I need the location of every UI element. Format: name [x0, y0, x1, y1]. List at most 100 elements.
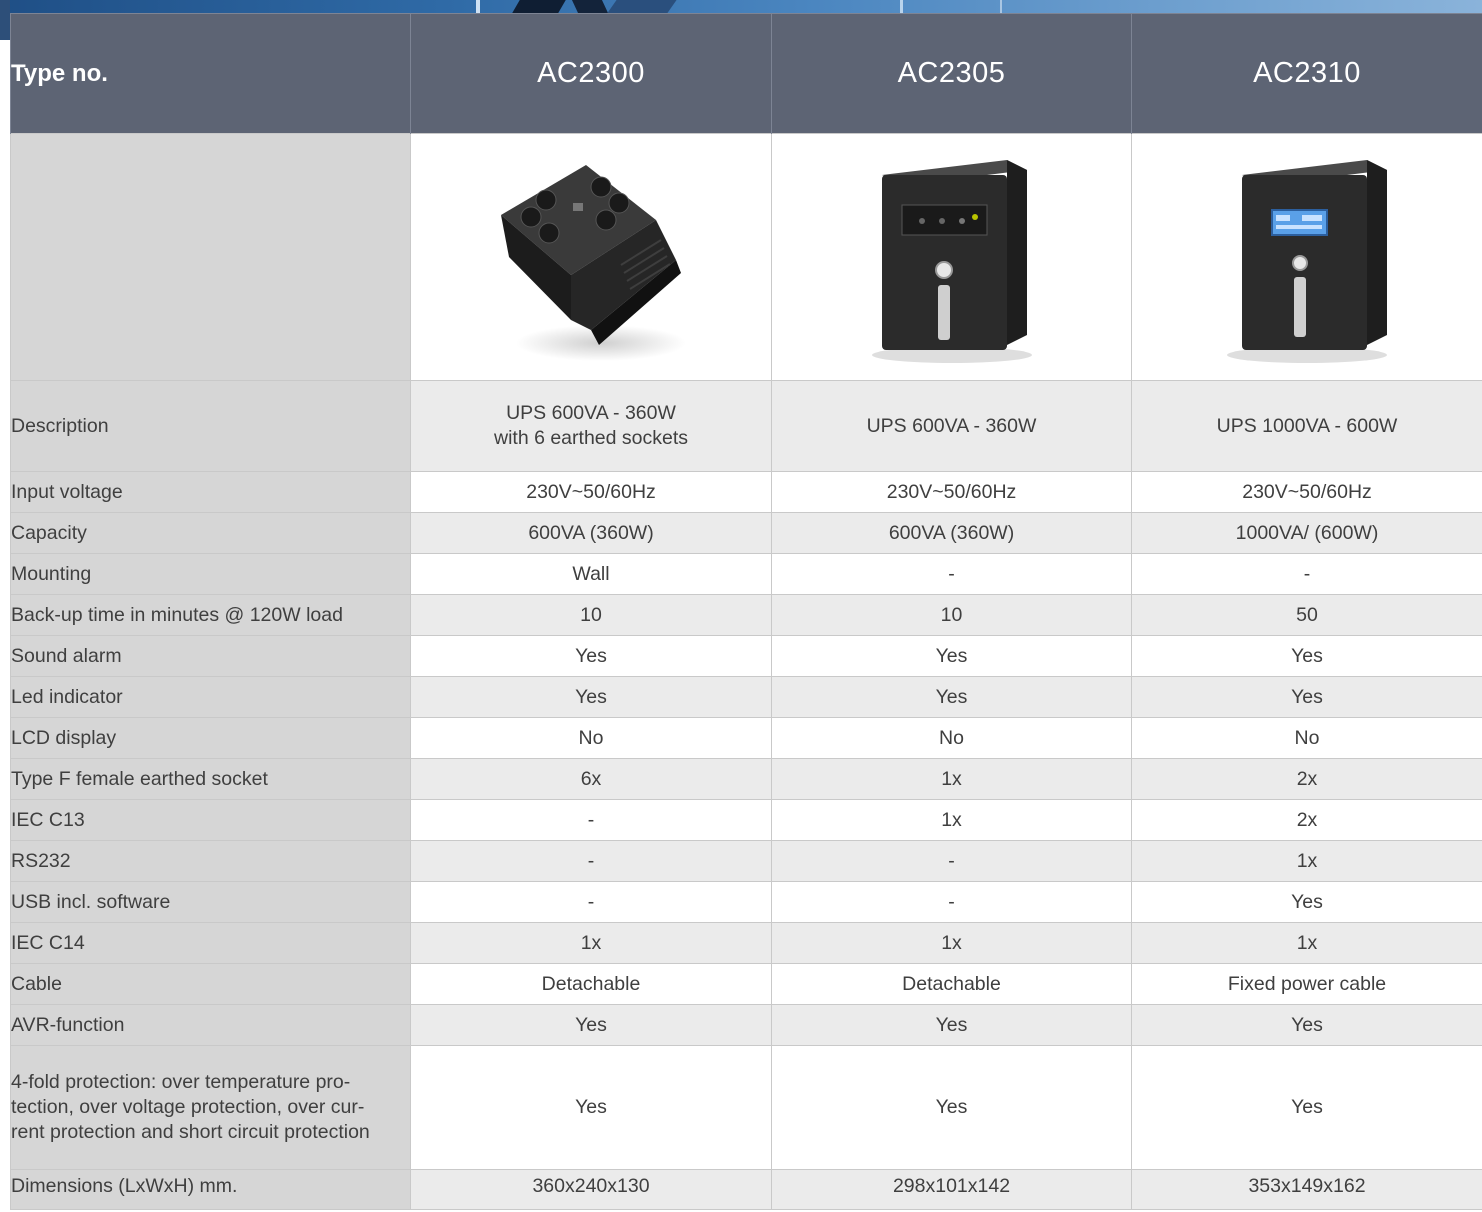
spec-value: -	[410, 840, 772, 882]
spec-table: Type no. AC2300 AC2305 AC2310 Descriptio…	[10, 13, 1482, 1210]
spec-value: Yes	[771, 635, 1132, 677]
product-image-cell	[1131, 133, 1482, 381]
spec-value: 600VA (360W)	[771, 512, 1132, 554]
spec-label: AVR-function	[10, 1004, 411, 1046]
image-row-label	[10, 133, 411, 381]
spec-label: Sound alarm	[10, 635, 411, 677]
spec-label: Description	[10, 380, 411, 472]
header-row: Type no. AC2300 AC2305 AC2310	[10, 13, 1482, 134]
spec-row: Back-up time in minutes @ 120W load 10 10 5…	[10, 594, 1482, 636]
spec-value: Yes	[771, 676, 1132, 718]
spec-row: Capacity 600VA (360W) 600VA (360W) 1000VA/ …	[10, 512, 1482, 554]
spec-value: 230V~50/60Hz	[410, 471, 772, 513]
spec-value: UPS 1000VA - 600W	[1131, 380, 1482, 472]
spec-value: Yes	[771, 1004, 1132, 1046]
type-no-label: Type no.	[10, 13, 411, 134]
spec-row: AVR-function Yes Yes Yes	[10, 1004, 1482, 1046]
spec-value: 10	[771, 594, 1132, 636]
spec-label: Capacity	[10, 512, 411, 554]
spec-value: Wall	[410, 553, 772, 595]
spec-value: -	[1131, 553, 1482, 595]
spec-value: 2x	[1131, 758, 1482, 800]
spec-row: Mounting Wall - -	[10, 553, 1482, 595]
spec-value: -	[771, 881, 1132, 923]
product-image-row	[10, 133, 1482, 381]
spec-value: 10	[410, 594, 772, 636]
spec-value: Yes	[410, 635, 772, 677]
spec-label: Led indicator	[10, 676, 411, 718]
spec-value: 1x	[771, 799, 1132, 841]
spec-value: 1x	[771, 758, 1132, 800]
spec-label: USB incl. software	[10, 881, 411, 923]
model-ac2300: AC2300	[410, 13, 772, 134]
spec-row: Sound alarm Yes Yes Yes	[10, 635, 1482, 677]
spec-row: 4-fold protection: over temperature pro-…	[10, 1045, 1482, 1170]
spec-value: No	[410, 717, 772, 759]
model-ac2305: AC2305	[771, 13, 1132, 134]
spec-value: 298x101x142	[771, 1169, 1132, 1210]
spec-value: Yes	[410, 1004, 772, 1046]
spec-row: Dimensions (LxWxH) mm. 360x240x130 298x101…	[10, 1169, 1482, 1210]
spec-row: Input voltage 230V~50/60Hz 230V~50/60Hz 230…	[10, 471, 1482, 513]
spec-label: Back-up time in minutes @ 120W load	[10, 594, 411, 636]
spec-value: 353x149x162	[1131, 1169, 1482, 1210]
spec-value: 6x	[410, 758, 772, 800]
spec-value: 50	[1131, 594, 1482, 636]
spec-row: Cable Detachable Detachable Fixed power cab…	[10, 963, 1482, 1005]
spec-value: 2x	[1131, 799, 1482, 841]
product-image-cell	[410, 133, 772, 381]
spec-value: 1x	[410, 922, 772, 964]
spec-value: Detachable	[410, 963, 772, 1005]
spec-value: UPS 600VA - 360W	[771, 380, 1132, 472]
spec-value: 230V~50/60Hz	[1131, 471, 1482, 513]
spec-row: RS232- -1x	[10, 840, 1482, 882]
spec-value: Yes	[1131, 635, 1482, 677]
spec-value: Yes	[771, 1045, 1132, 1170]
spec-value: Yes	[1131, 1045, 1482, 1170]
product-image-ac2305	[871, 159, 1032, 363]
spec-value: 1x	[1131, 840, 1482, 882]
spec-row: Type F female earthed socket 6x 1x 2x	[10, 758, 1482, 800]
spec-label: IEC C13	[10, 799, 411, 841]
spec-value: Yes	[1131, 881, 1482, 923]
spec-value: No	[1131, 717, 1482, 759]
spec-label: Input voltage	[10, 471, 411, 513]
spec-label: Mounting	[10, 553, 411, 595]
spec-value: Fixed power cable	[1131, 963, 1482, 1005]
spec-label: IEC C14	[10, 922, 411, 964]
spec-value: -	[410, 881, 772, 923]
spec-value: 1000VA/ (600W)	[1131, 512, 1482, 554]
product-image-ac2300	[501, 164, 686, 361]
product-image-ac2310	[1227, 159, 1387, 363]
spec-value: 360x240x130	[410, 1169, 772, 1210]
spec-value: -	[771, 840, 1132, 882]
product-image-cell	[771, 133, 1132, 381]
spec-label: Type F female earthed socket	[10, 758, 411, 800]
spec-value: 600VA (360W)	[410, 512, 772, 554]
spec-row: LCD display No No No	[10, 717, 1482, 759]
spec-row: IEC C14 1x 1x 1x	[10, 922, 1482, 964]
spec-value: Yes	[410, 676, 772, 718]
spec-value: 1x	[1131, 922, 1482, 964]
spec-value: Yes	[1131, 1004, 1482, 1046]
model-ac2310: AC2310	[1131, 13, 1482, 134]
spec-value: -	[771, 553, 1132, 595]
spec-value: Yes	[410, 1045, 772, 1170]
banner-edge	[0, 0, 10, 40]
spec-value: No	[771, 717, 1132, 759]
spec-value: Yes	[1131, 676, 1482, 718]
spec-value: 1x	[771, 922, 1132, 964]
spec-row: IEC C13-1x 2x	[10, 799, 1482, 841]
spec-label: 4-fold protection: over temperature pro-…	[10, 1045, 411, 1170]
spec-value: Detachable	[771, 963, 1132, 1005]
spec-label: LCD display	[10, 717, 411, 759]
spec-value: -	[410, 799, 772, 841]
spec-row: Description UPS 600VA - 360W with 6 earthe…	[10, 380, 1482, 472]
spec-label: Cable	[10, 963, 411, 1005]
spec-label: RS232	[10, 840, 411, 882]
spec-row: USB incl. software - - Yes	[10, 881, 1482, 923]
spec-value: 230V~50/60Hz	[771, 471, 1132, 513]
spec-label: Dimensions (LxWxH) mm.	[10, 1169, 411, 1210]
spec-value: UPS 600VA - 360W with 6 earthed sockets	[410, 380, 772, 472]
spec-row: Led indicator Yes Yes Yes	[10, 676, 1482, 718]
